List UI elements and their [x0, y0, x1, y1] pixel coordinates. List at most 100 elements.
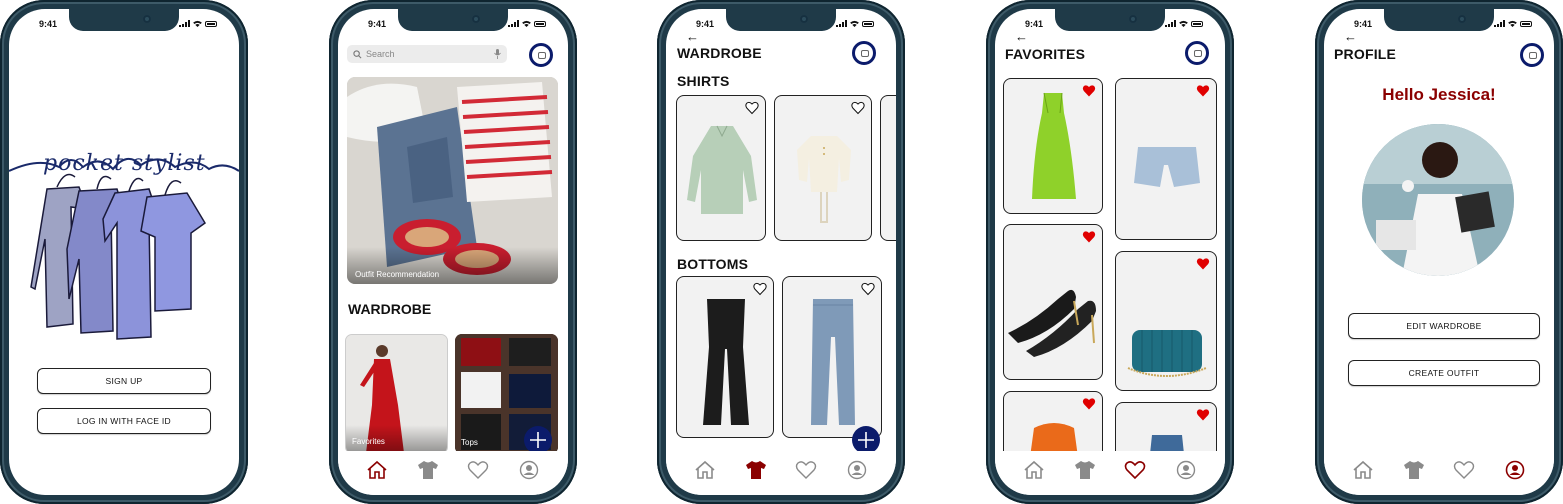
heart-filled-icon[interactable] [1082, 397, 1096, 411]
user-circle-icon [519, 460, 538, 480]
create-outfit-button[interactable]: CREATE OUTFIT [1348, 360, 1540, 386]
profile-avatar-button[interactable] [852, 41, 876, 65]
shirt-card[interactable] [774, 95, 872, 241]
profile-avatar-button[interactable] [529, 43, 553, 67]
notch [1384, 9, 1494, 31]
shirt-icon [745, 461, 766, 479]
bottom-card[interactable] [782, 276, 882, 438]
white-bodysuit-photo [797, 136, 851, 223]
tab-home[interactable] [692, 457, 718, 483]
tab-home[interactable] [1350, 457, 1376, 483]
tab-profile[interactable] [516, 457, 542, 483]
status-icons [1165, 20, 1203, 27]
search-placeholder: Search [366, 49, 395, 59]
heart-filled-icon[interactable] [1196, 84, 1210, 98]
screen-home: 9:41 Search Outfit Recommendation WARDRO… [338, 9, 568, 495]
status-time: 9:41 [1354, 19, 1373, 29]
status-icons [179, 20, 217, 27]
phone-profile: 9:41 ← PROFILE Hello Jessica! EDIT WARDR… [1315, 0, 1563, 504]
screen-landing: 9:41 pocket stylist SIGN UP LOG IN WITH … [9, 9, 239, 495]
tab-home[interactable] [1021, 457, 1047, 483]
tab-wardrobe[interactable] [743, 457, 769, 483]
search-icon [353, 49, 362, 58]
shirt-card[interactable] [676, 95, 766, 241]
profile-photo-image [1362, 124, 1514, 276]
page-title: PROFILE [1334, 46, 1397, 62]
heart-outline-icon[interactable] [861, 282, 875, 296]
home-icon [1024, 460, 1044, 479]
favorite-card[interactable] [1003, 78, 1103, 214]
bottom-card[interactable] [676, 276, 774, 438]
shirt-icon [1403, 461, 1424, 479]
edit-wardrobe-button[interactable]: EDIT WARDROBE [1348, 313, 1540, 339]
face-id-login-button[interactable]: LOG IN WITH FACE ID [37, 408, 211, 434]
tab-profile[interactable] [1502, 457, 1528, 483]
denim-shorts-photo [1134, 147, 1200, 187]
notch [69, 9, 179, 31]
user-circle-icon [1505, 460, 1525, 480]
add-item-button[interactable] [852, 426, 880, 454]
signal-icon [179, 20, 190, 27]
add-item-button[interactable] [524, 426, 552, 454]
heart-outline-icon[interactable] [745, 101, 759, 115]
home-icon [367, 460, 387, 479]
favorite-card[interactable] [1115, 78, 1217, 240]
status-time: 9:41 [696, 19, 715, 29]
sign-up-button[interactable]: SIGN UP [37, 368, 211, 394]
favorites-tile[interactable]: Favorites [345, 334, 448, 454]
heart-filled-icon[interactable] [1196, 257, 1210, 271]
green-blouse-photo [687, 125, 757, 214]
search-bar[interactable]: Search [347, 45, 507, 63]
profile-photo [1362, 124, 1514, 276]
tab-home[interactable] [364, 457, 390, 483]
wifi-icon [522, 20, 531, 27]
wifi-icon [850, 20, 859, 27]
profile-avatar-button[interactable] [1185, 41, 1209, 65]
phone-favorites: 9:41 ← FAVORITES [986, 0, 1234, 504]
tab-bar [995, 451, 1225, 495]
phone-home: 9:41 Search Outfit Recommendation WARDRO… [329, 0, 577, 504]
tab-favorites[interactable] [1122, 457, 1148, 483]
favorites-tile-label: Favorites [352, 437, 385, 446]
user-circle-icon [1176, 460, 1195, 480]
screen-profile: 9:41 ← PROFILE Hello Jessica! EDIT WARDR… [1324, 9, 1554, 495]
tab-favorites[interactable] [465, 457, 491, 483]
wifi-icon [193, 20, 202, 27]
screen-wardrobe: 9:41 ← WARDROBE SHIRTS BOTTOMS [666, 9, 896, 495]
status-time: 9:41 [1025, 19, 1044, 29]
tab-bar [666, 451, 896, 495]
wifi-icon [1179, 20, 1188, 27]
signal-icon [836, 20, 847, 27]
tab-bar [1324, 451, 1554, 495]
user-circle-icon [847, 460, 866, 480]
shirt-card-partial[interactable] [880, 95, 896, 241]
logo-illustration [9, 158, 239, 340]
tab-profile[interactable] [1173, 457, 1199, 483]
tab-favorites[interactable] [793, 457, 819, 483]
tab-wardrobe[interactable] [1072, 457, 1098, 483]
heart-outline-icon[interactable] [753, 282, 767, 296]
profile-avatar-button[interactable] [1520, 43, 1544, 67]
shirt-icon [417, 461, 438, 479]
heart-outline-icon[interactable] [851, 101, 865, 115]
outfit-recommendation-card[interactable]: Outfit Recommendation [347, 77, 558, 284]
plus-icon [530, 432, 546, 448]
heart-filled-icon[interactable] [1082, 230, 1096, 244]
tab-favorites[interactable] [1451, 457, 1477, 483]
heart-filled-icon[interactable] [1196, 408, 1210, 422]
favorite-card[interactable] [1115, 251, 1217, 391]
notch [398, 9, 508, 31]
back-arrow-icon[interactable]: ← [1015, 30, 1028, 43]
phone-wardrobe: 9:41 ← WARDROBE SHIRTS BOTTOMS [657, 0, 905, 504]
tab-wardrobe[interactable] [1401, 457, 1427, 483]
heart-outline-icon [796, 461, 817, 479]
heart-filled-icon[interactable] [1082, 84, 1096, 98]
mockup-stage: 9:41 pocket stylist SIGN UP LOG IN WITH … [0, 0, 1563, 504]
tab-profile[interactable] [844, 457, 870, 483]
microphone-icon[interactable] [494, 49, 501, 59]
back-arrow-icon[interactable]: ← [686, 30, 699, 43]
black-flare-pants-photo [703, 299, 749, 425]
back-arrow-icon[interactable]: ← [1344, 30, 1357, 43]
tab-wardrobe[interactable] [415, 457, 441, 483]
favorite-card[interactable] [1003, 224, 1103, 380]
